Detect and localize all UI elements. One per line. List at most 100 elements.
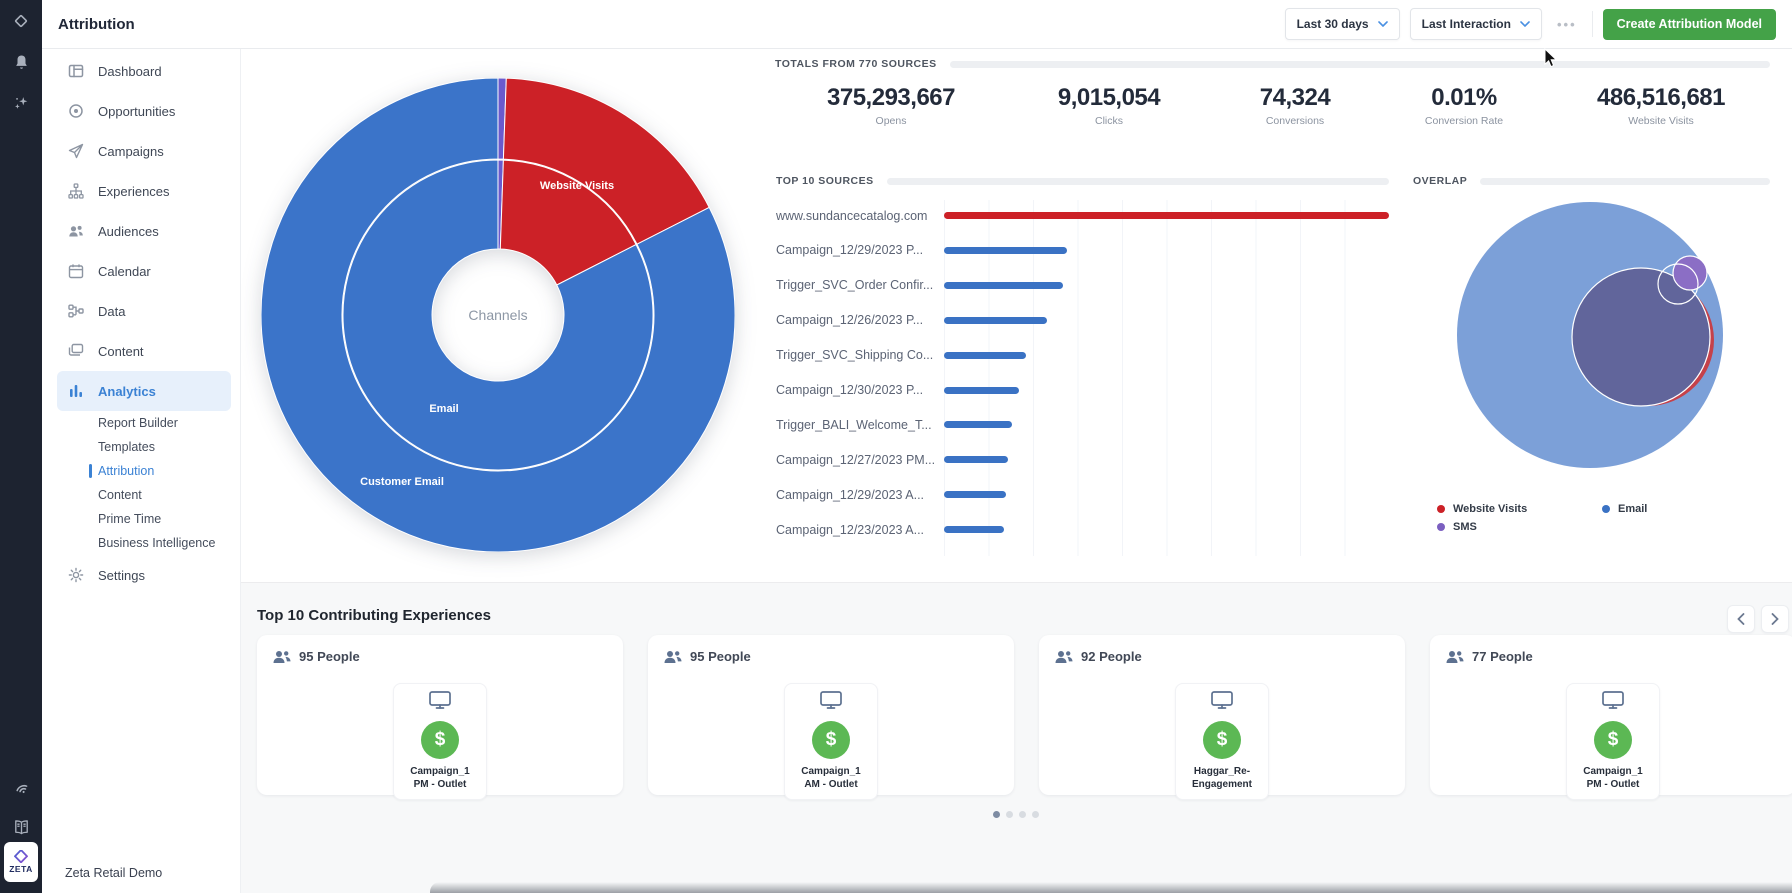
experiences-section: Top 10 Contributing Experiences 95 Peopl… [240, 582, 1792, 893]
source-bar-track [944, 526, 1389, 533]
zeta-logo[interactable]: ZETA [4, 842, 38, 882]
source-bar[interactable] [944, 282, 1063, 289]
people-icon [273, 650, 291, 664]
sidebar-item-opportunities[interactable]: Opportunities [57, 91, 231, 131]
dollar-icon: $ [1594, 721, 1632, 759]
source-bar[interactable] [944, 317, 1047, 324]
source-bar[interactable] [944, 387, 1019, 394]
date-range-dropdown[interactable]: Last 30 days [1285, 8, 1400, 40]
attribution-model-dropdown[interactable]: Last Interaction [1410, 8, 1542, 40]
people-icon [1446, 650, 1464, 664]
sidebar-subitem-templates[interactable]: Templates [42, 435, 240, 459]
sidebar-subitem-attribution[interactable]: Attribution [42, 459, 240, 483]
source-row[interactable]: Campaign_12/29/2023 P... [776, 233, 1389, 268]
stat-label: Clicks [1058, 115, 1160, 127]
legend-item-sms: SMS [1437, 518, 1602, 536]
source-row[interactable]: www.sundancecatalog.com [776, 198, 1389, 233]
create-attribution-model-button[interactable]: Create Attribution Model [1603, 9, 1776, 40]
source-bar[interactable] [944, 247, 1067, 254]
legend-item-website-visits: Website Visits [1437, 500, 1602, 518]
sidebar-item-experiences[interactable]: Experiences [57, 171, 231, 211]
source-row[interactable]: Campaign_12/23/2023 A... [776, 512, 1389, 547]
sidebar-subitem-business-intelligence[interactable]: Business Intelligence [42, 531, 240, 555]
campaign-tile[interactable]: $Campaign_1 AM - Outlet [784, 683, 878, 800]
campaign-tile-title: Campaign_1 AM - Outlet [788, 765, 874, 791]
campaign-tile-title: Campaign_1 PM - Outlet [397, 765, 483, 791]
source-bar[interactable] [944, 352, 1026, 359]
experience-card[interactable]: 77 People $ Campaign_1 PM - Outlet [1430, 635, 1792, 795]
sidebar-item-data[interactable]: Data [57, 291, 231, 331]
source-bar[interactable] [944, 212, 1389, 219]
overlap-heading: OVERLAP [1413, 175, 1467, 187]
carousel-dot[interactable] [993, 811, 1000, 818]
sidebar-subitem-label: Business Intelligence [98, 536, 215, 550]
sidebar-subitem-report-builder[interactable]: Report Builder [42, 411, 240, 435]
sidebar-item-dashboard[interactable]: Dashboard [57, 51, 231, 91]
source-label: www.sundancecatalog.com [776, 209, 944, 223]
campaign-tile[interactable]: $Haggar_Re- Engagement [1175, 683, 1269, 800]
sidebar-subitem-label: Templates [98, 440, 155, 454]
people-count: 77 People [1472, 649, 1533, 664]
monitor-icon [788, 691, 874, 714]
source-row[interactable]: Trigger_BALI_Welcome_T... [776, 407, 1389, 442]
source-label: Campaign_12/27/2023 PM... [776, 453, 944, 467]
sidebar-nav: DashboardOpportunities Campaigns Experienc… [42, 48, 240, 595]
top-sources-heading: TOP 10 SOURCES [776, 175, 874, 187]
logo-diamond-icon[interactable] [0, 11, 42, 31]
source-row[interactable]: Campaign_12/27/2023 PM... [776, 442, 1389, 477]
source-bar[interactable] [944, 421, 1012, 428]
sidebar-item-calendar[interactable]: Calendar [57, 251, 231, 291]
chevron-down-icon [1378, 21, 1388, 27]
sidebar-item-campaigns[interactable]: Campaigns [57, 131, 231, 171]
campaign-tile[interactable]: $ Campaign_1 PM - Outlet [1566, 683, 1660, 800]
sidebar-item-label: Campaigns [98, 144, 164, 159]
campaign-tile-title: Campaign_1 PM - Outlet [1570, 765, 1656, 791]
carousel-dot[interactable] [1006, 811, 1013, 818]
source-row[interactable]: Trigger_SVC_Shipping Co... [776, 338, 1389, 373]
experience-card[interactable]: 95 People$Campaign_1 AM - Outlet [648, 635, 1014, 795]
people-count: 95 People [690, 649, 751, 664]
workspace-label: Zeta Retail Demo [65, 866, 162, 880]
source-row[interactable]: Campaign_12/30/2023 P... [776, 373, 1389, 408]
source-bar[interactable] [944, 456, 1008, 463]
sidebar-item-label: Calendar [98, 264, 151, 279]
carousel-next-button[interactable] [1761, 605, 1789, 633]
signal-icon[interactable] [0, 778, 42, 797]
experience-card[interactable]: 92 People$Haggar_Re- Engagement [1039, 635, 1405, 795]
book-icon[interactable] [0, 818, 42, 837]
bell-icon[interactable] [0, 53, 42, 72]
source-bar-track [944, 421, 1389, 428]
source-bar[interactable] [944, 526, 1004, 533]
sparkles-icon[interactable] [0, 94, 42, 112]
overlap-venn-chart[interactable] [1440, 190, 1740, 485]
sunburst-label-website-visits: Website Visits [540, 180, 614, 192]
sidebar-item-label: Data [98, 304, 125, 319]
sunburst-label-email: Email [429, 403, 458, 415]
source-label: Trigger_SVC_Order Confir... [776, 278, 944, 292]
experience-card[interactable]: 95 People$Campaign_1 PM - Outlet [257, 635, 623, 795]
campaign-tile-title: Haggar_Re- Engagement [1179, 765, 1265, 791]
legend-label: Website Visits [1453, 503, 1527, 515]
carousel-prev-button[interactable] [1727, 605, 1755, 633]
overlap-circle-sms[interactable] [1673, 256, 1707, 290]
campaign-tile[interactable]: $Campaign_1 PM - Outlet [393, 683, 487, 800]
sidebar-item-label: Experiences [98, 184, 170, 199]
sidebar-subitem-content[interactable]: Content [42, 483, 240, 507]
stat-label: Conversion Rate [1425, 115, 1503, 127]
carousel-dot[interactable] [1032, 811, 1039, 818]
sidebar-item-analytics[interactable]: Analytics [57, 371, 231, 411]
source-row[interactable]: Campaign_12/26/2023 P... [776, 303, 1389, 338]
more-options-button[interactable]: ••• [1552, 17, 1582, 32]
sidebar-item-audiences[interactable]: Audiences [57, 211, 231, 251]
people-count: 95 People [299, 649, 360, 664]
attribution-model-value: Last Interaction [1422, 17, 1511, 31]
source-bar[interactable] [944, 491, 1006, 498]
source-row[interactable]: Trigger_SVC_Order Confir... [776, 268, 1389, 303]
carousel-dot[interactable] [1019, 811, 1026, 818]
sidebar-item-settings[interactable]: Settings [57, 555, 231, 595]
sidebar-item-content[interactable]: Content [57, 331, 231, 371]
sidebar-subitem-prime-time[interactable]: Prime Time [42, 507, 240, 531]
main-content: Website Visits Channels Email Customer E… [240, 48, 1792, 893]
sunburst-center-label: Channels [468, 307, 527, 323]
source-row[interactable]: Campaign_12/29/2023 A... [776, 477, 1389, 512]
